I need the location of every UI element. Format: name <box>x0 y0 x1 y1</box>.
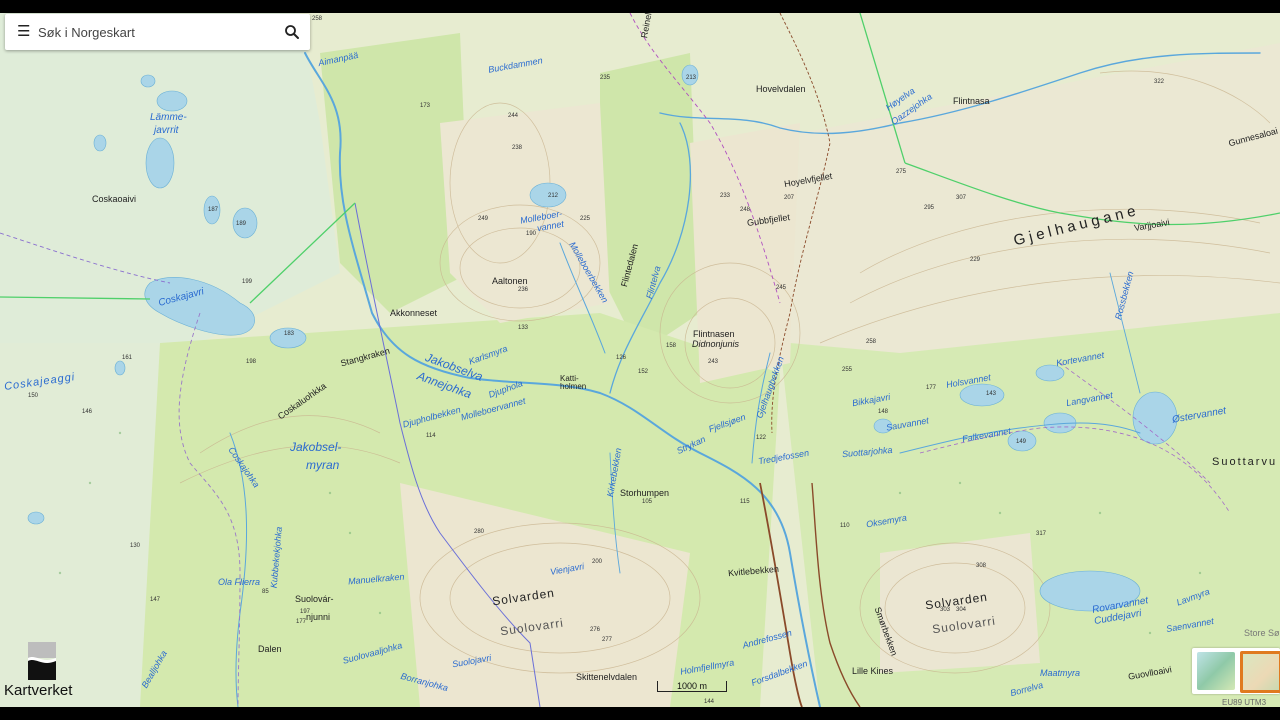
map-label-didnonjunis: Didnonjunis <box>692 339 740 349</box>
kartverket-logo-icon <box>28 642 56 680</box>
spot-height: 295 <box>924 205 935 211</box>
spot-height: 229 <box>970 257 981 263</box>
map-label-javrrit: javrrit <box>154 125 179 136</box>
spot-height: 147 <box>150 597 161 603</box>
spot-height: 173 <box>420 103 431 109</box>
brand-name: Kartverket <box>4 682 73 699</box>
spot-height: 255 <box>842 367 853 373</box>
layer-switcher <box>1192 648 1280 694</box>
search-input[interactable] <box>38 21 273 43</box>
spot-height: 307 <box>956 195 967 201</box>
map-label-olafluerra: Ola Flierra <box>218 577 261 587</box>
menu-icon[interactable]: ☰ <box>17 24 30 40</box>
bottom-black-bar <box>0 707 1280 720</box>
layer-thumbnail-topo-active[interactable] <box>1240 651 1280 693</box>
spot-height: 212 <box>548 193 559 199</box>
spot-height: 189 <box>236 221 247 227</box>
map-label-lillkines: Lille Kines <box>852 666 894 676</box>
spot-height: 199 <box>242 279 253 285</box>
spot-height: 235 <box>600 75 611 81</box>
spot-height: 158 <box>666 343 677 349</box>
spot-height: 105 <box>642 499 653 505</box>
map-label-flintnasa: Flintnasa <box>953 96 990 106</box>
spot-height: 110 <box>840 523 850 529</box>
spot-height: 317 <box>1036 531 1047 537</box>
spot-height: 245 <box>776 285 787 291</box>
spot-height: 150 <box>28 393 39 399</box>
spot-height: 322 <box>1154 79 1165 85</box>
map-label-jakobselvmyran-a: Jakobsel- <box>290 440 342 454</box>
spot-height: 177 <box>296 619 307 625</box>
spot-height: 200 <box>592 559 603 565</box>
spot-height: 161 <box>122 355 133 361</box>
map-label-coskaoaivi: Coskaoaivi <box>92 194 137 204</box>
spot-height: 122 <box>756 435 767 441</box>
map-label-dalen: Dalen <box>258 644 282 654</box>
spot-height: 115 <box>740 499 750 505</box>
map-label-hovelvdalen: Hovelvdalen <box>756 84 806 94</box>
spot-height: 238 <box>512 145 523 151</box>
spot-height: 276 <box>590 627 601 633</box>
kartverket-logo[interactable]: Kartverket <box>2 640 86 702</box>
spot-height: 197 <box>300 609 311 615</box>
projection-label[interactable]: EU89 UTM3 <box>1222 698 1266 707</box>
spot-height: 236 <box>518 287 529 293</box>
spot-height: 277 <box>602 637 613 643</box>
spot-height: 130 <box>130 543 141 549</box>
search-icon[interactable] <box>283 23 301 41</box>
map-label-storesolv: Store Sølv <box>1244 628 1280 638</box>
spot-height: 144 <box>704 699 715 705</box>
spot-height: 249 <box>478 216 489 222</box>
map-label-lamme: Lämme- <box>150 112 187 123</box>
spot-height: 225 <box>580 216 591 222</box>
map-label-kattiholmen: Katti- holmen <box>560 374 587 391</box>
map-label-jakobselvmyran-b: myran <box>306 458 340 472</box>
map-label-suottarvu: Suottarvu <box>1212 456 1278 468</box>
map-label-akkonneset: Akkonneset <box>390 308 438 318</box>
top-black-bar <box>0 0 1280 13</box>
spot-height: 177 <box>926 385 937 391</box>
spot-height: 146 <box>82 409 93 415</box>
spot-height: 280 <box>474 529 485 535</box>
map-label-suolovarr-a: Suolovár- <box>295 594 334 604</box>
layer-thumbnail-aerial[interactable] <box>1197 652 1235 690</box>
spot-height: 207 <box>784 195 795 201</box>
spot-height: 114 <box>426 433 436 439</box>
map-label-flintnasen: Flintnasen <box>693 329 735 339</box>
spot-height: 126 <box>616 355 627 361</box>
spot-height: 148 <box>878 409 889 415</box>
spot-height: 85 <box>262 589 269 595</box>
spot-height: 152 <box>638 369 649 375</box>
spot-height: 243 <box>708 359 719 365</box>
spot-height: 190 <box>526 231 537 237</box>
spot-height: 258 <box>866 339 877 345</box>
spot-height: 308 <box>976 563 987 569</box>
map-label-maatmyra: Maatmyra <box>1040 668 1081 678</box>
map-label-aaltonen: Aaltonen <box>492 276 528 286</box>
spot-height: 244 <box>508 113 519 119</box>
scale-bar: 1000 m <box>657 681 727 695</box>
spot-height: 258 <box>312 16 323 22</box>
map-label-skittenelvdalen: Skittenelvdalen <box>576 672 638 682</box>
spot-height: 149 <box>1016 439 1027 445</box>
map-view[interactable]: Aimanpää Buckdammen Reinel Hovelvdalen H… <box>0 13 1280 707</box>
spot-height: 143 <box>986 391 997 397</box>
spot-height: 233 <box>720 193 731 199</box>
spot-height: 213 <box>686 75 697 81</box>
spot-height: 303 <box>940 607 951 613</box>
search-box: ☰ <box>5 14 310 50</box>
spot-height: 187 <box>208 207 219 213</box>
spot-height: 248 <box>740 207 751 213</box>
spot-height: 198 <box>246 359 257 365</box>
spot-height: 275 <box>896 169 907 175</box>
spot-height: 304 <box>956 607 967 613</box>
scale-bar-label: 1000 m <box>677 681 708 691</box>
spot-height: 183 <box>284 331 295 337</box>
spot-height: 133 <box>518 325 529 331</box>
map-label-storhumpen: Storhumpen <box>620 488 670 498</box>
